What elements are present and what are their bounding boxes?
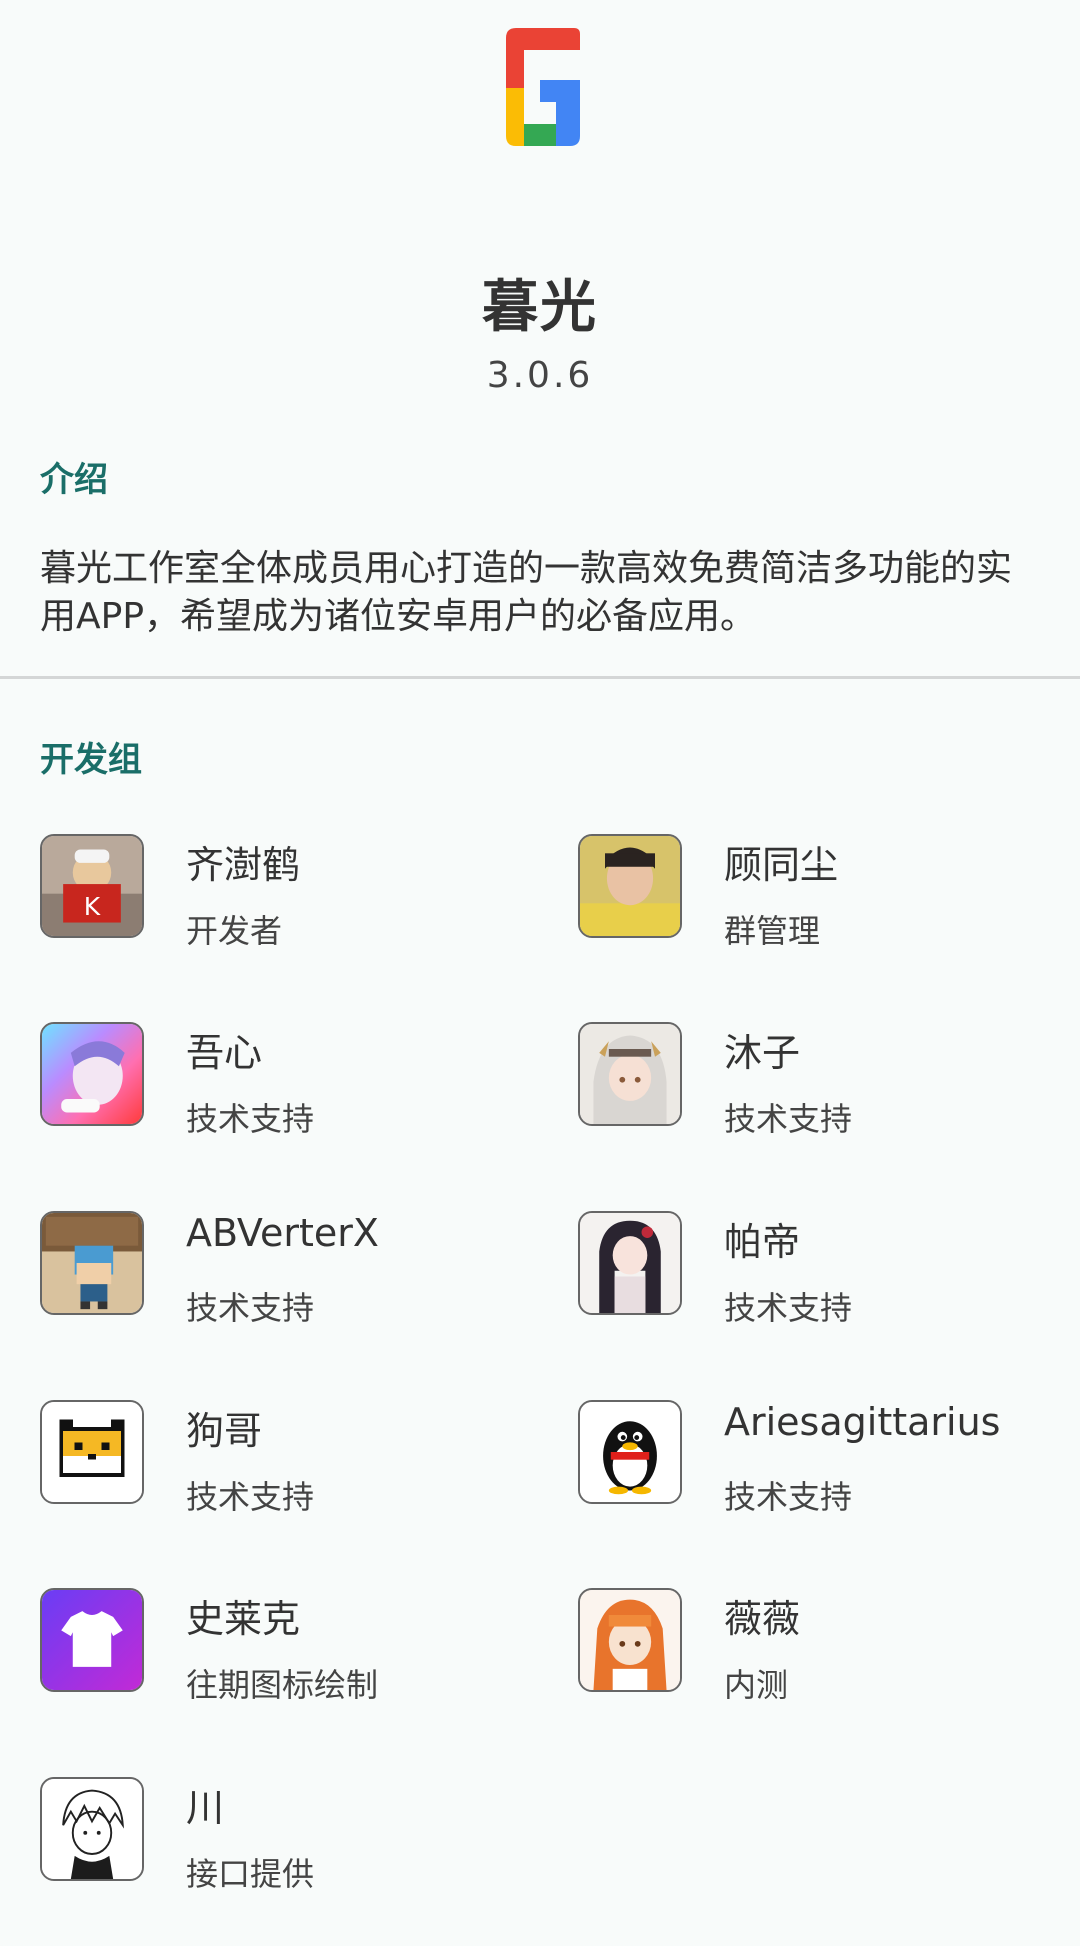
svg-text:K: K [84, 892, 101, 921]
member-role: 群管理 [724, 912, 821, 950]
member-role: 技术支持 [186, 1289, 315, 1327]
cat-avatar-icon: K [40, 834, 144, 938]
app-header: 暮光 3.0.6 [0, 0, 1080, 420]
intro-section-title: 介绍 [40, 460, 108, 500]
app-logo-icon [496, 24, 584, 152]
member-item[interactable]: ABVerterX 技术支持 [40, 1211, 540, 1331]
member-role: 开发者 [186, 912, 283, 950]
member-name: 狗哥 [186, 1409, 263, 1453]
member-name: 薇薇 [724, 1597, 801, 1641]
member-item[interactable]: 川 接口提供 [40, 1777, 540, 1897]
member-role: 内测 [724, 1666, 789, 1704]
member-item[interactable]: 薇薇 内测 [578, 1588, 1078, 1708]
member-name: ABVerterX [186, 1211, 379, 1255]
member-item[interactable]: 狗哥 技术支持 [40, 1400, 540, 1520]
member-item[interactable]: K 齐澍鹤 开发者 [40, 834, 540, 954]
anime-girl-avatar-icon [578, 1022, 682, 1126]
member-name: 吾心 [186, 1031, 263, 1075]
blocky-character-avatar-icon [40, 1211, 144, 1315]
theme-shirt-avatar-icon [40, 1588, 144, 1692]
member-name: Ariesagittarius [724, 1400, 1001, 1444]
member-role: 往期图标绘制 [186, 1666, 379, 1704]
member-role: 技术支持 [186, 1100, 315, 1138]
sketch-boy-avatar-icon [40, 1777, 144, 1881]
member-name: 齐澍鹤 [186, 843, 301, 887]
member-role: 接口提供 [186, 1855, 315, 1893]
app-name: 暮光 [482, 275, 598, 340]
member-item[interactable]: 沐子 技术支持 [578, 1022, 1078, 1142]
person-photo-avatar-icon [578, 834, 682, 938]
member-item[interactable]: 帕帝 技术支持 [578, 1211, 1078, 1331]
member-role: 技术支持 [724, 1100, 853, 1138]
member-name: 沐子 [724, 1031, 801, 1075]
member-name: 顾同尘 [724, 843, 839, 887]
member-item[interactable]: 顾同尘 群管理 [578, 834, 1078, 954]
penguin-avatar-icon [578, 1400, 682, 1504]
member-item[interactable]: Ariesagittarius 技术支持 [578, 1400, 1078, 1520]
anime-rainbow-avatar-icon [40, 1022, 144, 1126]
pixel-dog-avatar-icon [40, 1400, 144, 1504]
member-name: 帕帝 [724, 1220, 801, 1264]
app-version: 3.0.6 [486, 355, 594, 396]
member-role: 技术支持 [724, 1289, 853, 1327]
member-role: 技术支持 [724, 1478, 853, 1516]
member-name: 川 [186, 1786, 225, 1830]
member-role: 技术支持 [186, 1478, 315, 1516]
member-name: 史莱克 [186, 1597, 301, 1641]
intro-text: 暮光工作室全体成员用心打造的一款高效免费简洁多功能的实用APP，希望成为诸位安卓… [40, 548, 1013, 637]
member-item[interactable]: 史莱克 往期图标绘制 [40, 1588, 540, 1708]
team-section-title: 开发组 [40, 740, 142, 780]
section-divider [0, 676, 1080, 679]
member-item[interactable]: 吾心 技术支持 [40, 1022, 540, 1142]
anime-dark-hair-avatar-icon [578, 1211, 682, 1315]
anime-orange-girl-avatar-icon [578, 1588, 682, 1692]
